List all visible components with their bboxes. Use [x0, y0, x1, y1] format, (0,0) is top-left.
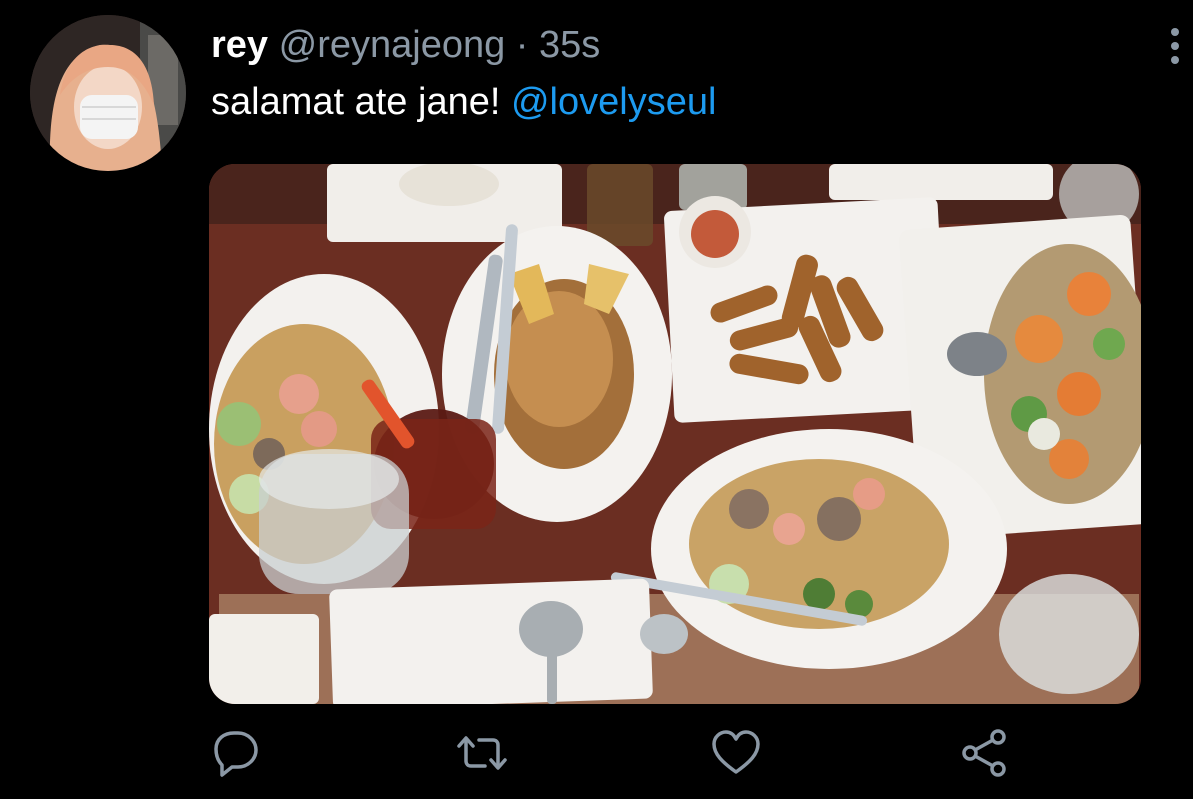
tweet-text: salamat ate jane! @lovelyseul	[211, 79, 716, 125]
tweet-photo[interactable]	[209, 164, 1141, 704]
reply-icon	[214, 731, 258, 777]
retweet-icon	[457, 736, 507, 770]
user-handle[interactable]: @reynajeong	[279, 24, 506, 66]
display-name[interactable]: rey	[211, 24, 268, 66]
photo-image	[209, 164, 1141, 704]
timestamp[interactable]: 35s	[539, 24, 600, 66]
avatar-image	[30, 15, 186, 171]
tweet-body: salamat ate jane!	[211, 81, 501, 123]
share-button[interactable]	[958, 727, 1010, 779]
header-separator: ·	[515, 24, 529, 66]
tweet-header: rey @reynajeong · 35s	[211, 22, 600, 68]
more-vertical-icon[interactable]	[1164, 24, 1186, 68]
like-button[interactable]	[710, 727, 762, 779]
share-icon	[962, 729, 1006, 777]
avatar[interactable]	[30, 15, 186, 171]
mention-link[interactable]: @lovelyseul	[511, 81, 716, 123]
retweet-button[interactable]	[456, 727, 508, 779]
reply-button[interactable]	[210, 727, 262, 779]
heart-icon	[712, 730, 760, 774]
